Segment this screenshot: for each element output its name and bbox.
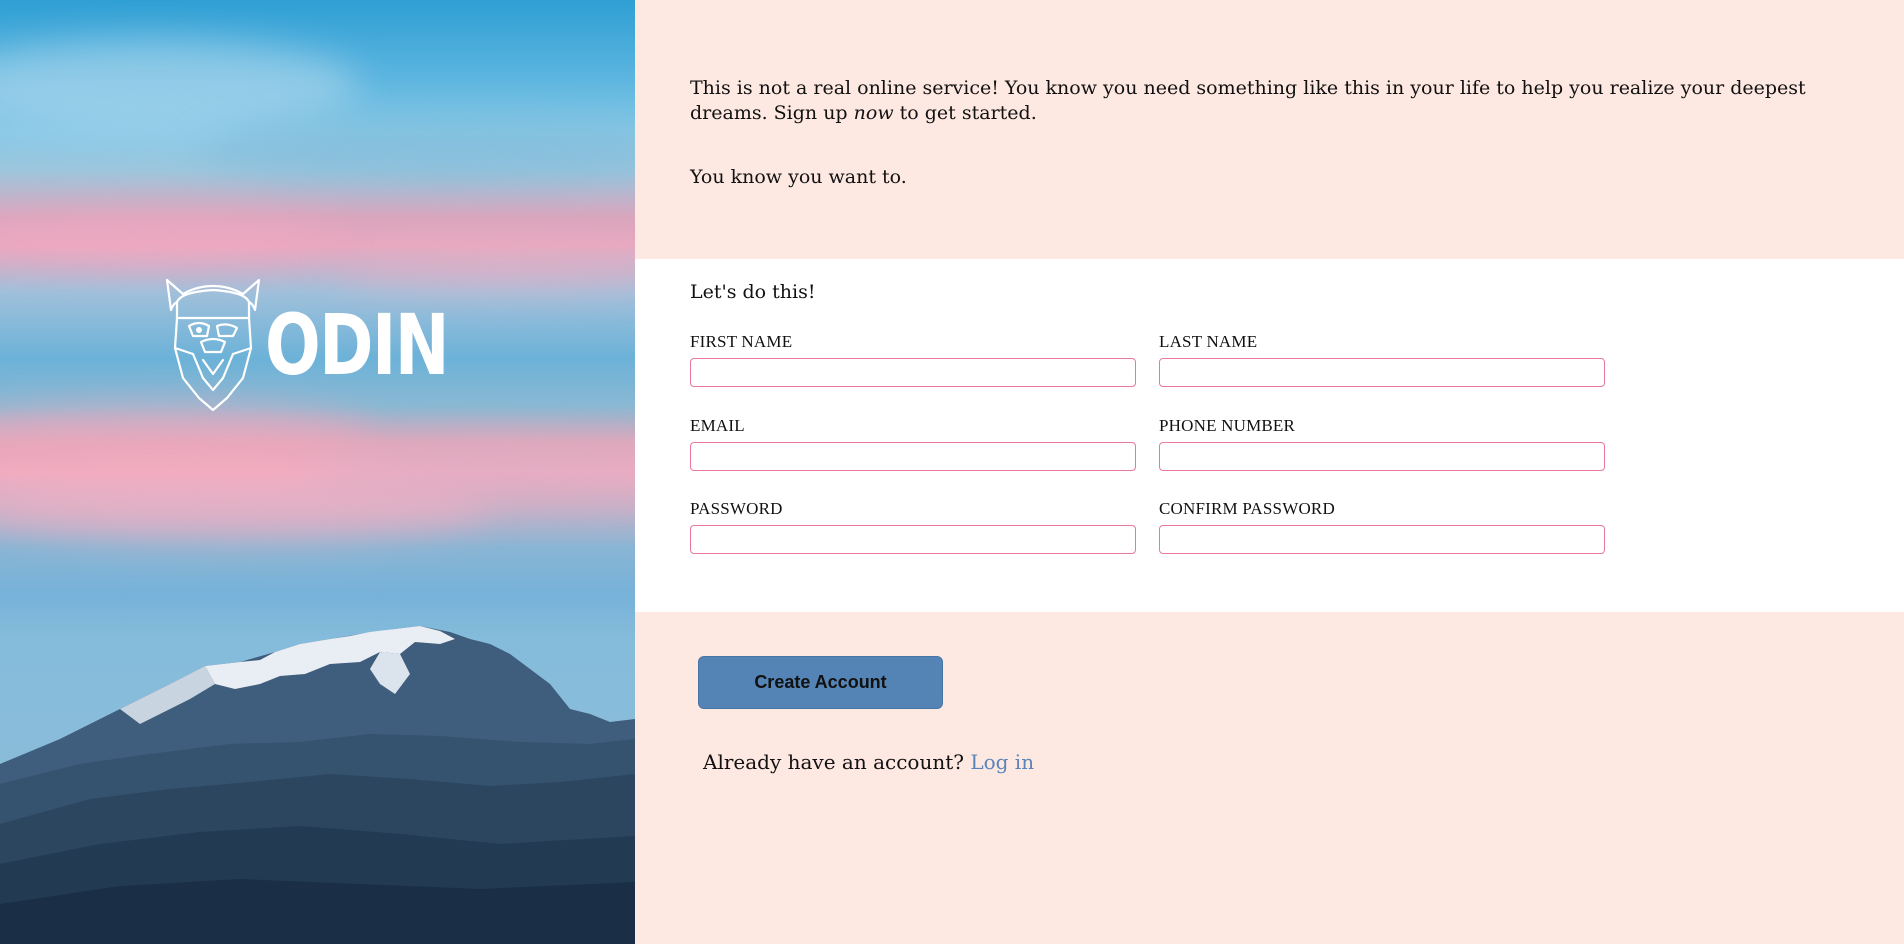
- cloud-decoration: [0, 405, 370, 465]
- login-prompt-text: Already have an account?: [703, 750, 964, 774]
- password-field: PASSWORD: [690, 499, 1136, 554]
- signup-page: ODIN This is not a real online service! …: [0, 0, 1904, 944]
- intro-tagline: You know you want to.: [690, 166, 907, 188]
- phone-field: PHONE NUMBER: [1159, 416, 1605, 471]
- logo-wordmark: ODIN: [265, 296, 450, 394]
- phone-input[interactable]: [1159, 442, 1605, 471]
- cloud-decoration: [0, 215, 340, 265]
- password-input[interactable]: [690, 525, 1136, 554]
- odin-logo: ODIN: [163, 278, 500, 412]
- last-name-field: LAST NAME: [1159, 332, 1605, 387]
- first-name-input[interactable]: [690, 358, 1136, 387]
- intro-text-part: to get started.: [899, 102, 1037, 124]
- cloud-decoration: [200, 120, 635, 180]
- first-name-field: FIRST NAME: [690, 332, 1136, 387]
- signup-form: Let's do this! FIRST NAME LAST NAME EMAI…: [635, 259, 1904, 612]
- last-name-input[interactable]: [1159, 358, 1605, 387]
- email-field: EMAIL: [690, 416, 1136, 471]
- email-label: EMAIL: [690, 416, 745, 435]
- intro-text: This is not a real online service! You k…: [690, 76, 1870, 190]
- confirm-password-field: CONFIRM PASSWORD: [1159, 499, 1605, 554]
- hero-image: ODIN: [0, 0, 635, 944]
- create-account-button[interactable]: Create Account: [698, 656, 943, 709]
- password-label: PASSWORD: [690, 499, 783, 518]
- confirm-password-label: CONFIRM PASSWORD: [1159, 499, 1335, 518]
- last-name-label: LAST NAME: [1159, 332, 1258, 351]
- phone-label: PHONE NUMBER: [1159, 416, 1296, 435]
- intro-paragraph: This is not a real online service! You k…: [690, 76, 1870, 126]
- confirm-password-input[interactable]: [1159, 525, 1605, 554]
- login-prompt: Already have an account? Log in: [703, 750, 1034, 774]
- first-name-label: FIRST NAME: [690, 332, 793, 351]
- signup-panel: This is not a real online service! You k…: [635, 0, 1904, 944]
- intro-emphasis: now: [853, 102, 894, 124]
- form-heading: Let's do this!: [690, 281, 816, 303]
- login-link[interactable]: Log in: [970, 750, 1034, 774]
- viking-helmet-icon: [165, 278, 261, 412]
- cloud-decoration: [0, 40, 360, 130]
- mountains-illustration: [0, 626, 635, 944]
- email-input[interactable]: [690, 442, 1136, 471]
